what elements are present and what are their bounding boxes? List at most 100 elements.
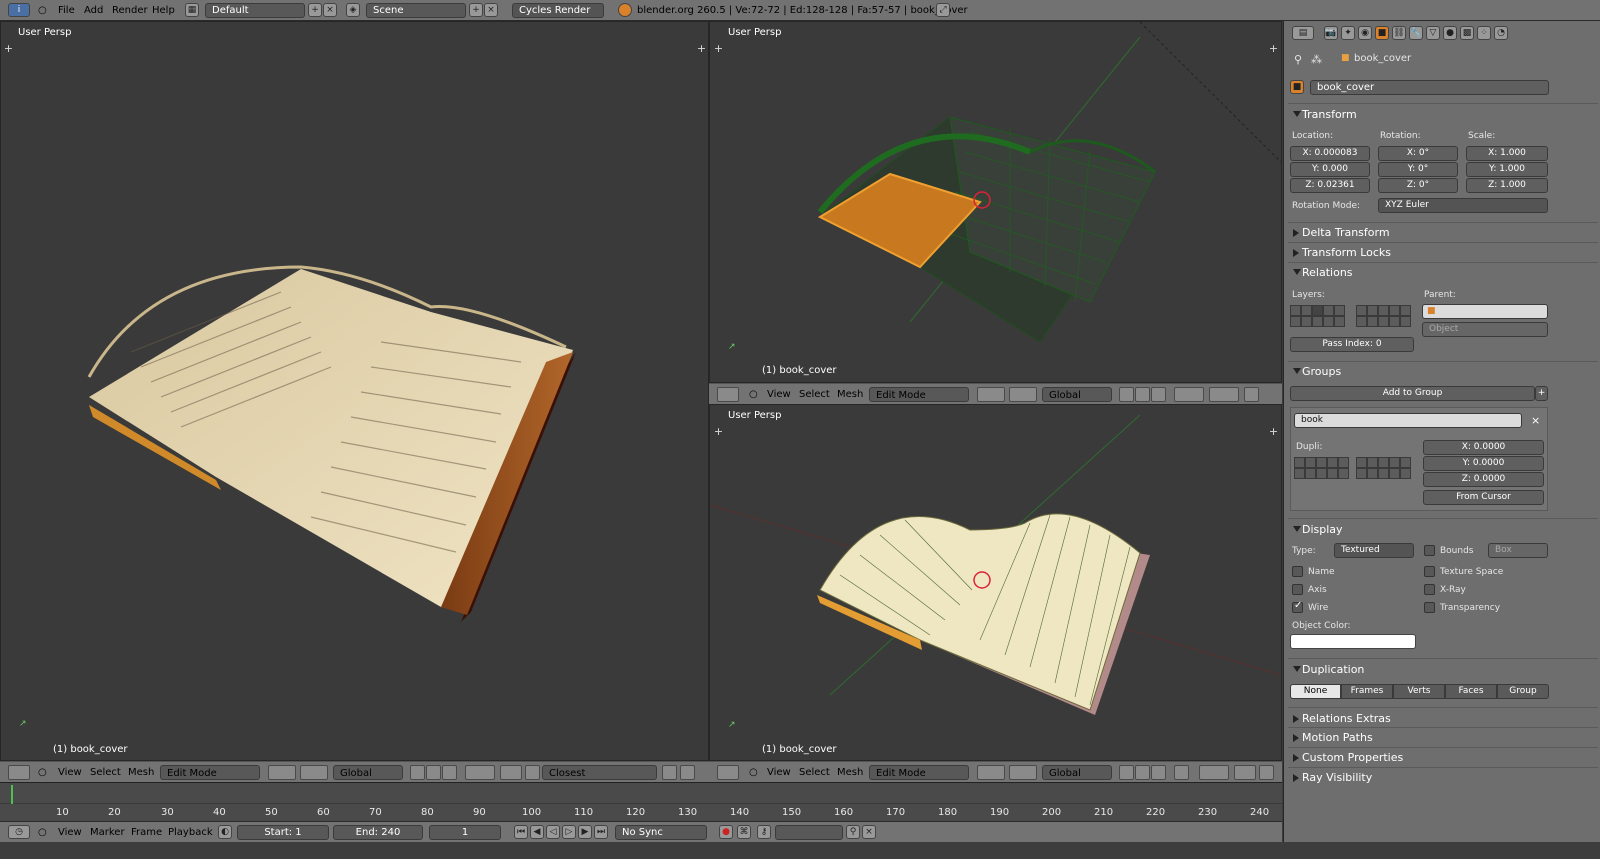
name-checkbox[interactable] bbox=[1292, 566, 1303, 577]
parent-field[interactable]: ■ bbox=[1422, 304, 1548, 319]
collapse-menus-icon[interactable]: ○ bbox=[38, 3, 47, 18]
texture-space-checkbox[interactable] bbox=[1424, 566, 1435, 577]
rotation-mode-select[interactable]: XYZ Euler bbox=[1378, 198, 1548, 213]
object-color-swatch[interactable] bbox=[1290, 634, 1416, 649]
shading-button[interactable] bbox=[977, 387, 1005, 402]
timeline-area[interactable]: 10 20 30 40 50 60 70 80 90 100 110 120 1… bbox=[0, 782, 1282, 821]
snap-left[interactable] bbox=[525, 765, 540, 780]
tl-menu-playback[interactable]: Playback bbox=[168, 825, 213, 840]
snap-option-a[interactable] bbox=[662, 765, 677, 780]
orientation-select[interactable]: Global bbox=[1042, 387, 1112, 402]
from-cursor-button[interactable]: From Cursor bbox=[1423, 490, 1544, 505]
data-tab-icon[interactable]: ▽ bbox=[1426, 26, 1440, 40]
menu-file[interactable]: File bbox=[58, 3, 75, 18]
menu-help[interactable]: Help bbox=[152, 3, 175, 18]
vertex-select-button[interactable] bbox=[1119, 387, 1134, 402]
keying-set-field[interactable] bbox=[775, 825, 843, 840]
object-tab-icon[interactable]: ■ bbox=[1375, 26, 1389, 40]
face-select-left[interactable] bbox=[442, 765, 457, 780]
preview-range-icon[interactable]: ◐ bbox=[218, 825, 232, 839]
pivot-button[interactable] bbox=[1009, 387, 1037, 402]
render-engine-select[interactable]: Cycles Render bbox=[512, 3, 604, 18]
remove-group-icon[interactable]: × bbox=[1531, 414, 1540, 427]
viewport-left[interactable]: User Persp + + ↗ (1) book_cover bbox=[0, 21, 709, 761]
record-icon[interactable]: ● bbox=[719, 825, 733, 839]
play-icon[interactable]: ▷ bbox=[562, 825, 576, 839]
snap-target-select[interactable]: Closest bbox=[542, 765, 657, 780]
mode-select-br[interactable]: Edit Mode bbox=[869, 765, 969, 780]
material-tab-icon[interactable]: ● bbox=[1443, 26, 1457, 40]
axis-checkbox[interactable] bbox=[1292, 584, 1303, 595]
delta-transform-header[interactable]: Delta Transform bbox=[1293, 226, 1390, 239]
collapse-icon[interactable]: ○ bbox=[749, 387, 758, 402]
scene-field[interactable]: Scene bbox=[366, 3, 466, 18]
proportional-button[interactable] bbox=[1174, 387, 1204, 402]
relations-header[interactable]: Relations bbox=[1293, 266, 1353, 279]
add-to-group-button[interactable]: Add to Group bbox=[1290, 386, 1535, 401]
editor-type-button-left[interactable] bbox=[8, 765, 30, 780]
timeline-editor-icon[interactable]: ◷ bbox=[8, 825, 30, 839]
groups-header[interactable]: Groups bbox=[1292, 365, 1341, 378]
snap-option-b[interactable] bbox=[680, 765, 695, 780]
collapse-icon-tl[interactable]: ○ bbox=[38, 825, 47, 840]
delete-key-icon[interactable]: × bbox=[862, 825, 876, 839]
rotation-y-field[interactable]: Y: 0° bbox=[1378, 162, 1458, 177]
keyset-icon[interactable]: ⚷ bbox=[757, 825, 771, 839]
tl-menu-marker[interactable]: Marker bbox=[90, 825, 125, 840]
scale-y-field[interactable]: Y: 1.000 bbox=[1466, 162, 1548, 177]
texture-tab-icon[interactable]: ▩ bbox=[1460, 26, 1474, 40]
screen-layout-field[interactable]: Default bbox=[205, 3, 305, 18]
menu-select[interactable]: Select bbox=[799, 387, 830, 402]
insert-key-icon[interactable]: ⚲ bbox=[846, 825, 860, 839]
location-y-field[interactable]: Y: 0.000 bbox=[1290, 162, 1370, 177]
menu-view-left[interactable]: View bbox=[58, 765, 82, 780]
face-select-button[interactable] bbox=[1151, 387, 1166, 402]
shading-button-br[interactable] bbox=[977, 765, 1005, 780]
bounds-type-select[interactable]: Box bbox=[1488, 543, 1548, 558]
pass-index-field[interactable]: Pass Index: 0 bbox=[1290, 337, 1414, 352]
world-tab-icon[interactable]: ◉ bbox=[1358, 26, 1372, 40]
vertex-select-left[interactable] bbox=[410, 765, 425, 780]
dup-tab-group[interactable]: Group bbox=[1497, 684, 1549, 699]
motion-paths-header[interactable]: Motion Paths bbox=[1293, 731, 1373, 744]
physics-tab-icon[interactable]: ◔ bbox=[1494, 26, 1508, 40]
next-keyframe-icon[interactable]: ▶ bbox=[578, 825, 592, 839]
transparency-checkbox[interactable] bbox=[1424, 602, 1435, 613]
xray-checkbox[interactable] bbox=[1424, 584, 1435, 595]
add-group-plus-icon[interactable]: + bbox=[1535, 386, 1548, 401]
particles-tab-icon[interactable]: ⁘ bbox=[1477, 26, 1491, 40]
keying-icon[interactable]: ⌘ bbox=[737, 825, 751, 839]
menu-mesh[interactable]: Mesh bbox=[837, 387, 863, 402]
prev-keyframe-icon[interactable]: ◀ bbox=[530, 825, 544, 839]
display-header[interactable]: Display bbox=[1293, 523, 1343, 536]
rotation-x-field[interactable]: X: 0° bbox=[1378, 146, 1458, 161]
viewport-top-right[interactable]: User Persp + + ↗ (1) book_cover bbox=[709, 21, 1282, 383]
dup-tab-verts[interactable]: Verts bbox=[1393, 684, 1445, 699]
pin-icon[interactable]: ⚲ bbox=[1294, 53, 1302, 66]
falloff-br[interactable] bbox=[1234, 765, 1256, 780]
custom-properties-header[interactable]: Custom Properties bbox=[1292, 751, 1403, 764]
relations-extras-header[interactable]: Relations Extras bbox=[1293, 712, 1391, 725]
menu-select-br[interactable]: Select bbox=[799, 765, 830, 780]
orientation-select-br[interactable]: Global bbox=[1042, 765, 1112, 780]
snap-button[interactable] bbox=[1244, 387, 1259, 402]
dupli-z-field[interactable]: Z: 0.0000 bbox=[1423, 472, 1544, 487]
edge-select-br[interactable] bbox=[1135, 765, 1150, 780]
editor-type-icon[interactable]: i bbox=[8, 3, 30, 17]
tl-menu-view[interactable]: View bbox=[58, 825, 82, 840]
rotation-z-field[interactable]: Z: 0° bbox=[1378, 178, 1458, 193]
menu-view-br[interactable]: View bbox=[767, 765, 791, 780]
orientation-select-left[interactable]: Global bbox=[333, 765, 403, 780]
menu-view[interactable]: View bbox=[767, 387, 791, 402]
screen-layout-icon[interactable]: ▦ bbox=[185, 3, 199, 17]
constraints-tab-icon[interactable]: ⛓ bbox=[1392, 26, 1406, 40]
frame-cursor[interactable] bbox=[11, 785, 13, 804]
menu-render[interactable]: Render bbox=[112, 3, 148, 18]
props-editor-icon[interactable]: ▤ bbox=[1292, 26, 1314, 40]
dup-tab-frames[interactable]: Frames bbox=[1341, 684, 1393, 699]
editor-type-button-br[interactable] bbox=[717, 765, 739, 780]
current-frame-field[interactable]: 1 bbox=[429, 825, 501, 840]
mode-select-left[interactable]: Edit Mode bbox=[160, 765, 260, 780]
transform-locks-header[interactable]: Transform Locks bbox=[1292, 246, 1391, 259]
menu-mesh-left[interactable]: Mesh bbox=[128, 765, 154, 780]
